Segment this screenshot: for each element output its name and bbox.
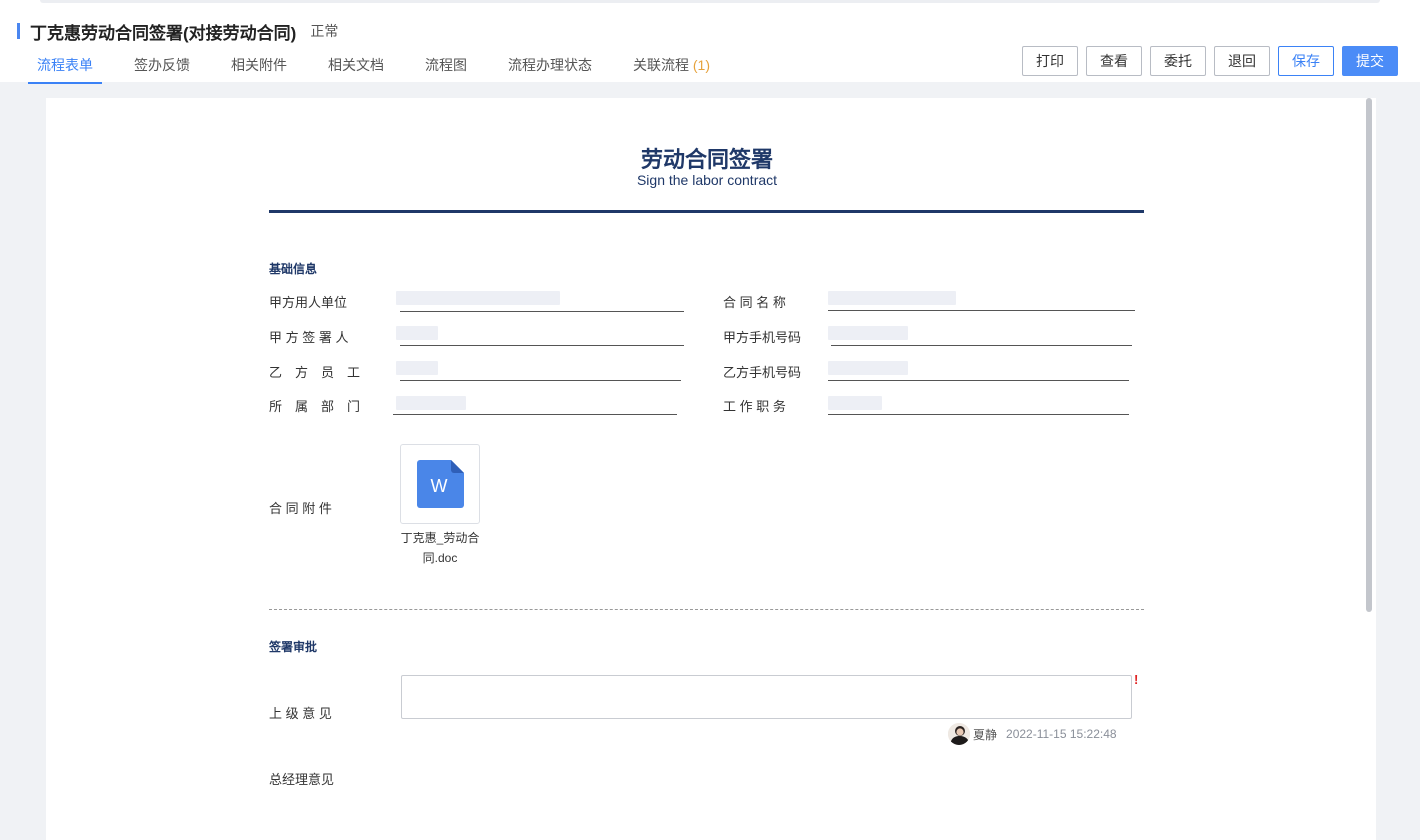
label-party-a-signer: 甲 方 签 署 人	[269, 330, 349, 345]
label-party-b-phone: 乙方手机号码	[723, 365, 802, 380]
view-button[interactable]: 查看	[1086, 46, 1142, 76]
form-document: 劳动合同签署 Sign the labor contract 基础信息 甲方用人…	[46, 98, 1376, 840]
label-job-position: 工 作 职 务	[723, 399, 786, 414]
party-a-signer-field[interactable]	[400, 345, 684, 346]
document-subtitle: Sign the labor contract	[636, 172, 778, 188]
department-value	[396, 396, 466, 410]
signed-timestamp: 2022-11-15 15:22:48	[1006, 727, 1117, 741]
signature-info: 夏静 2022-11-15 15:22:48	[948, 722, 1117, 746]
section-basic-info: 基础信息	[269, 262, 318, 276]
party-b-phone-field[interactable]	[828, 380, 1129, 381]
label-party-a-phone: 甲方手机号码	[723, 330, 802, 345]
attachment-filename[interactable]: 丁克惠_劳动合同.doc	[392, 528, 488, 568]
tab-process-status[interactable]: 流程办理状态	[499, 48, 601, 84]
party-b-employee-value	[396, 361, 438, 375]
title-divider	[269, 210, 1144, 213]
vertical-scrollbar[interactable]	[1366, 98, 1372, 840]
party-a-signer-value	[396, 326, 438, 340]
label-contract-name: 合 同 名 称	[723, 295, 786, 310]
user-avatar-icon	[948, 723, 970, 745]
label-employer-unit: 甲方用人单位	[269, 295, 348, 310]
return-button[interactable]: 退回	[1214, 46, 1270, 76]
party-a-phone-value	[828, 326, 908, 340]
tab-linked-process-count: (1)	[692, 57, 711, 73]
section-sign-approval: 签署审批	[269, 640, 318, 654]
party-a-phone-field[interactable]	[831, 345, 1132, 346]
avatar	[948, 723, 970, 745]
status-badge: 正常	[310, 23, 339, 39]
action-bar: 打印 查看 委托 退回 保存 提交	[1014, 46, 1398, 76]
label-contract-attachment: 合 同 附 件	[269, 501, 332, 516]
tab-linked-process-label: 关联流程	[633, 57, 689, 73]
label-supervisor-opinion: 上 级 意 见	[269, 706, 332, 721]
job-position-field[interactable]	[828, 414, 1129, 415]
employer-unit-value	[396, 291, 560, 305]
print-button[interactable]: 打印	[1022, 46, 1078, 76]
label-gm-opinion: 总经理意见	[269, 772, 335, 787]
scrollbar-thumb[interactable]	[1366, 98, 1372, 612]
department-field[interactable]	[393, 414, 677, 415]
required-indicator: !	[1134, 672, 1139, 687]
page-title: 丁克惠劳动合同签署(对接劳动合同)	[30, 23, 297, 43]
label-party-b-employee: 乙 方 员 工	[269, 365, 361, 380]
header-top-edge	[40, 0, 1380, 3]
save-button[interactable]: 保存	[1278, 46, 1334, 76]
tab-related-documents[interactable]: 相关文档	[319, 48, 393, 84]
supervisor-opinion-input[interactable]	[401, 675, 1132, 719]
tab-process-form[interactable]: 流程表单	[28, 48, 102, 84]
tab-linked-process[interactable]: 关联流程 (1)	[624, 48, 719, 84]
title-row: 丁克惠劳动合同签署(对接劳动合同) 正常	[17, 20, 339, 43]
section-divider	[269, 609, 1144, 610]
contract-name-field[interactable]	[828, 310, 1135, 311]
label-department: 所 属 部 门	[269, 399, 361, 414]
word-icon-letter: W	[431, 476, 448, 496]
page-header: 丁克惠劳动合同签署(对接劳动合同) 正常 流程表单 签办反馈 相关附件 相关文档…	[0, 0, 1420, 84]
employer-unit-field[interactable]	[400, 311, 684, 312]
party-b-phone-value	[828, 361, 908, 375]
tab-sign-feedback[interactable]: 签办反馈	[125, 48, 199, 84]
delegate-button[interactable]: 委托	[1150, 46, 1206, 76]
party-b-employee-field[interactable]	[400, 380, 681, 381]
submit-button[interactable]: 提交	[1342, 46, 1398, 76]
contract-name-value	[828, 291, 956, 305]
word-document-icon: W	[417, 460, 464, 508]
job-position-value	[828, 396, 882, 410]
tab-flow-chart[interactable]: 流程图	[416, 48, 476, 84]
tab-related-attachments[interactable]: 相关附件	[222, 48, 296, 84]
title-accent-bar	[17, 23, 20, 39]
signer-name: 夏静	[973, 727, 998, 742]
tab-bar: 流程表单 签办反馈 相关附件 相关文档 流程图 流程办理状态 关联流程 (1)	[28, 48, 742, 84]
attachment-thumbnail[interactable]: W	[400, 444, 480, 524]
document-title: 劳动合同签署	[640, 147, 773, 172]
